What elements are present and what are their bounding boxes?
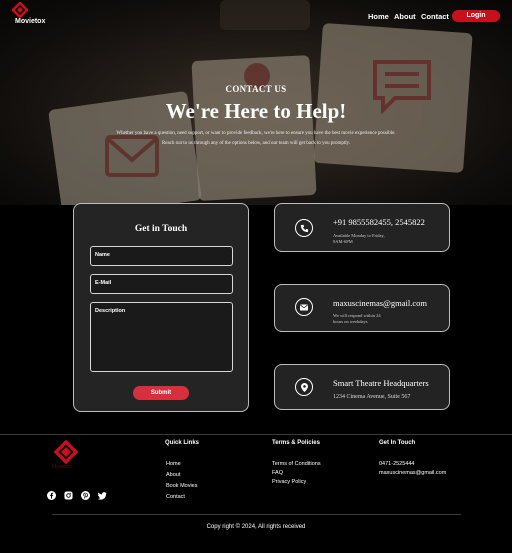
description-textarea[interactable]: Description (90, 302, 233, 372)
location-name: Smart Theatre Headquarters (333, 378, 429, 388)
navbar: Movietox Home About Contact Login (0, 0, 512, 32)
location-card: Smart Theatre Headquarters 1234 Cinema A… (274, 364, 450, 410)
copyright-text: Copy right © 2024, All rights received (206, 524, 306, 530)
hero-description-line: Whether you have a question, need suppor… (116, 131, 396, 136)
brand-logo[interactable]: Movietox (10, 2, 54, 25)
email-response-time: We will respond within 24 hours on weekd… (333, 313, 381, 325)
hero-title: We're Here to Help! (165, 99, 347, 123)
hero-eyebrow: CONTACT US (225, 84, 287, 94)
contact-form-card: Get in Touch Name E-Mail Description Sub… (73, 203, 249, 412)
footer-phone: 0471-2525444 (379, 461, 415, 467)
footer-link-privacy[interactable]: Privacy Policy (272, 479, 306, 485)
brand-name: Movietox (15, 18, 46, 25)
name-input[interactable]: Name (90, 246, 233, 266)
footer-link-faq[interactable]: FAQ (272, 470, 283, 476)
location-address: 1234 Cinema Avenue, Suite 567 (333, 394, 411, 400)
nav-home[interactable]: Home (368, 12, 389, 21)
phone-icon (295, 219, 313, 237)
email-card: maxuscinemas@gmail.com We will respond w… (274, 284, 450, 332)
submit-button[interactable]: Submit (133, 386, 189, 400)
get-in-touch-heading: Get In Touch (379, 440, 416, 446)
nav-about[interactable]: About (394, 12, 416, 21)
footer-link-terms[interactable]: Terms of Conditions (272, 461, 321, 467)
logo-icon (12, 2, 28, 18)
hero-description-line: Reach out to us through any of the optio… (161, 140, 351, 146)
nav-contact[interactable]: Contact (421, 12, 449, 21)
mail-icon (295, 298, 313, 316)
footer-logo[interactable]: Movietox (52, 440, 82, 470)
footer-brand-name: Movietox (52, 464, 73, 470)
terms-policies-heading: Terms & Policies (272, 440, 320, 446)
email-input[interactable]: E-Mail (90, 274, 233, 294)
footer-link-book-movies[interactable]: Book Movies (166, 483, 198, 489)
footer-email[interactable]: maxuscinemas@gmail.com (379, 470, 446, 476)
copyright-divider (52, 514, 461, 515)
login-button[interactable]: Login (452, 10, 500, 22)
instagram-icon[interactable] (64, 491, 73, 500)
hero-description: Whether you have a question, need suppor… (90, 129, 422, 148)
footer-link-home[interactable]: Home (166, 461, 181, 467)
twitter-icon[interactable] (98, 491, 107, 500)
footer-link-contact[interactable]: Contact (166, 494, 185, 500)
support-email[interactable]: maxuscinemas@gmail.com (333, 298, 427, 308)
footer-link-about[interactable]: About (166, 472, 180, 478)
footer-divider (0, 434, 512, 435)
form-title: Get in Touch (134, 224, 188, 234)
facebook-icon[interactable] (47, 491, 56, 500)
pinterest-icon[interactable] (81, 491, 90, 500)
quick-links-heading: Quick Links (165, 440, 200, 446)
phone-number: +91 9855582455, 2545822 (333, 217, 425, 227)
phone-hours: Available Monday to Friday, 9AM-6PM (333, 233, 385, 245)
footer-logo-icon (54, 440, 78, 464)
location-pin-icon (295, 378, 313, 396)
phone-card: +91 9855582455, 2545822 Available Monday… (274, 203, 450, 252)
email-response-line: hours on weekdays (333, 319, 368, 324)
phone-hours-line: 9AM-6PM (333, 239, 353, 244)
